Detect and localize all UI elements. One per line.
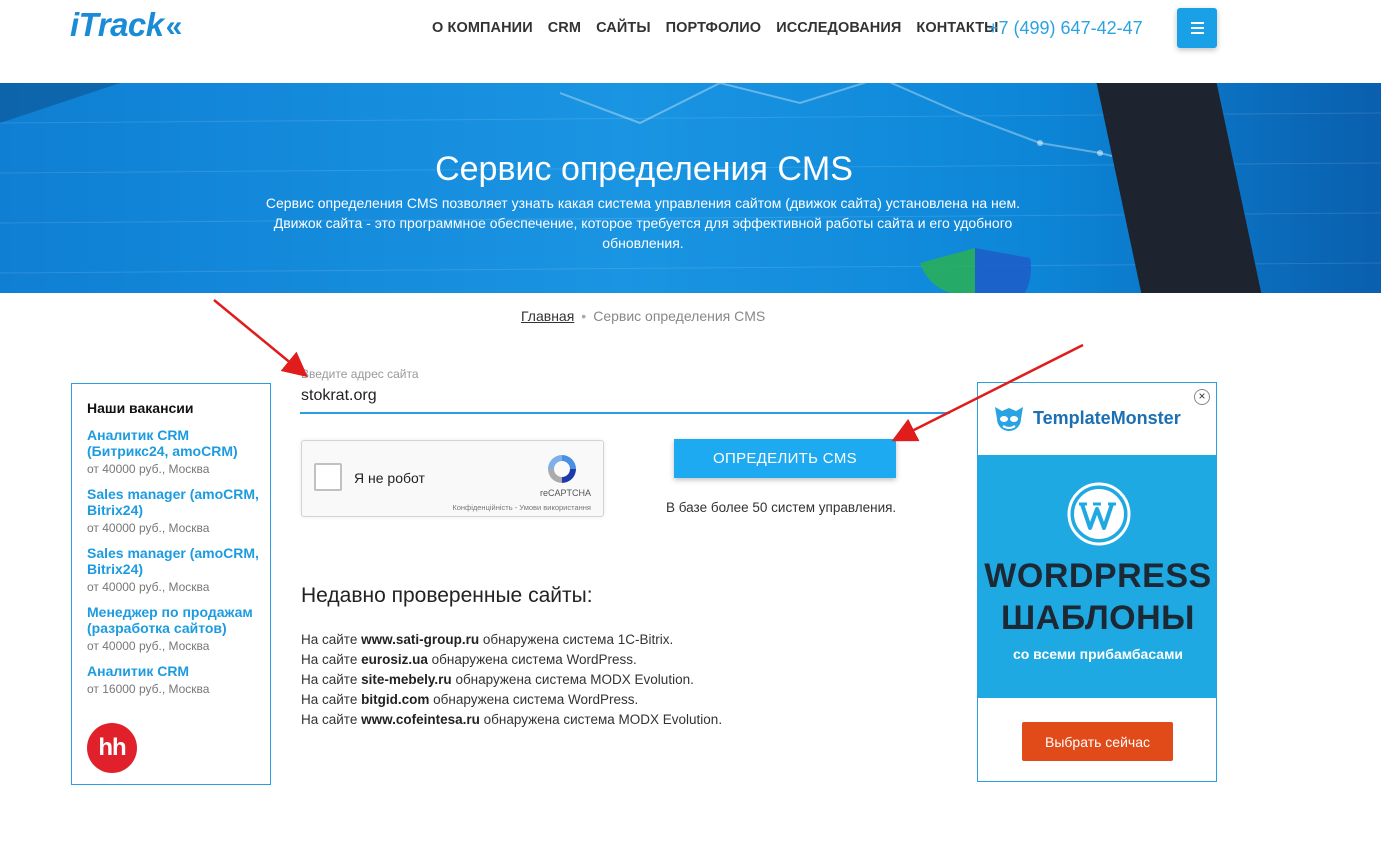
recent-prefix: На сайте — [301, 692, 358, 707]
templatemonster-logo: TemplateMonster — [992, 401, 1181, 435]
recent-middle: обнаружена система — [433, 692, 565, 707]
logo-text: iTrack — [70, 6, 164, 43]
recent-prefix: На сайте — [301, 652, 358, 667]
recent-site[interactable]: www.cofeintesa.ru — [361, 712, 480, 727]
url-input[interactable] — [300, 380, 950, 414]
ad-title-line2: ШАБЛОНЫ — [1001, 599, 1195, 637]
recent-prefix: На сайте — [301, 712, 358, 727]
vacancy-meta: от 40000 руб., Москва — [87, 521, 210, 535]
recent-middle: обнаружена система — [483, 712, 615, 727]
wordpress-icon — [1067, 482, 1131, 546]
database-note: В базе более 50 систем управления. — [666, 500, 897, 515]
vacancy-item: Аналитик CRM от 16000 руб., Москва — [87, 663, 260, 696]
hero-description: Сервис определения CMS позволяет узнать … — [265, 195, 1021, 251]
vacancy-title[interactable]: Sales manager (amoCRM, Bitrix24) — [87, 545, 260, 577]
breadcrumb-current: Сервис определения CMS — [593, 308, 766, 324]
choose-now-button[interactable]: Выбрать сейчас — [1022, 722, 1173, 761]
nav-crm[interactable]: CRM — [548, 20, 581, 36]
recent-item: На сайте eurosiz.ua обнаружена система W… — [301, 650, 722, 670]
vacancy-title[interactable]: Аналитик CRM — [87, 663, 260, 679]
breadcrumb-home[interactable]: Главная — [521, 308, 574, 324]
itrack-logo[interactable]: iTrack« — [70, 6, 182, 44]
recaptcha-terms[interactable]: Конфіденційність - Умови використання — [452, 503, 591, 512]
site-header: iTrack« О КОМПАНИИ CRM САЙТЫ ПОРТФОЛИО И… — [0, 0, 1381, 83]
templatemonster-mascot-icon — [995, 407, 1023, 431]
vacancy-meta: от 16000 руб., Москва — [87, 682, 210, 696]
brand-part-a: Template — [1033, 407, 1111, 428]
nav-sites[interactable]: САЙТЫ — [596, 20, 651, 36]
recent-cms: MODX Evolution. — [590, 672, 694, 687]
recent-item: На сайте bitgid.com обнаружена система W… — [301, 690, 722, 710]
recent-cms: 1C-Bitrix. — [617, 632, 674, 647]
vacancy-item: Аналитик CRM (Битрикс24, amoCRM) от 4000… — [87, 427, 260, 476]
recent-item: На сайте site-mebely.ru обнаружена систе… — [301, 670, 722, 690]
recent-middle: обнаружена система — [482, 632, 614, 647]
ad-banner: WORDPRESS ШАБЛОНЫ со всеми прибамбасами — [978, 455, 1216, 698]
recent-middle: обнаружена система — [431, 652, 563, 667]
recaptcha-widget: Я не робот reCAPTCHA Конфіденційність - … — [301, 440, 604, 517]
ad-title-line1: WORDPRESS — [984, 557, 1212, 595]
hero-banner: Сервис определения CMS Сервис определени… — [0, 83, 1381, 293]
page-title: Сервис определения CMS — [435, 149, 853, 188]
main-nav: О КОМПАНИИ CRM САЙТЫ ПОРТФОЛИО ИССЛЕДОВА… — [432, 20, 1013, 36]
vacancy-meta: от 40000 руб., Москва — [87, 580, 210, 594]
recent-prefix: На сайте — [301, 672, 358, 687]
vacancy-item: Менеджер по продажам (разработка сайтов)… — [87, 604, 260, 653]
close-icon[interactable]: × — [1194, 389, 1210, 405]
recent-cms: WordPress. — [566, 652, 637, 667]
breadcrumb-separator: • — [581, 308, 587, 324]
recent-site[interactable]: bitgid.com — [361, 692, 429, 707]
recent-prefix: На сайте — [301, 632, 358, 647]
vacancy-item: Sales manager (amoCRM, Bitrix24) от 4000… — [87, 486, 260, 535]
detect-cms-button[interactable]: ОПРЕДЕЛИТЬ CMS — [674, 439, 896, 478]
vacancy-meta: от 40000 руб., Москва — [87, 462, 210, 476]
recent-cms: WordPress. — [568, 692, 639, 707]
recaptcha-brand: reCAPTCHA — [539, 488, 591, 498]
vacancy-title[interactable]: Менеджер по продажам (разработка сайтов) — [87, 604, 260, 636]
hh-logo[interactable]: hh — [87, 723, 137, 773]
recent-site[interactable]: www.sati-group.ru — [361, 632, 479, 647]
vacancy-item: Sales manager (amoCRM, Bitrix24) от 4000… — [87, 545, 260, 594]
hamburger-icon[interactable] — [1177, 8, 1217, 48]
phone-number[interactable]: +7 (499) 647-42-47 — [988, 18, 1143, 39]
templatemonster-ad[interactable]: × TemplateMonster WORDPRESS ШАБЛОНЫ со вс… — [977, 382, 1217, 782]
arrow-to-input — [213, 299, 308, 378]
recent-middle: обнаружена система — [455, 672, 587, 687]
recent-site[interactable]: eurosiz.ua — [361, 652, 428, 667]
vacancies-widget: Наши вакансии Аналитик CRM (Битрикс24, a… — [71, 383, 271, 785]
vacancy-title[interactable]: Аналитик CRM (Битрикс24, amoCRM) — [87, 427, 260, 459]
recaptcha-checkbox[interactable] — [314, 463, 342, 491]
nav-about[interactable]: О КОМПАНИИ — [432, 20, 533, 36]
ad-title: WORDPRESS ШАБЛОНЫ — [978, 555, 1216, 639]
nav-contacts[interactable]: КОНТАКТЫ — [916, 20, 998, 36]
recaptcha-icon — [548, 455, 576, 483]
ad-subtitle: со всеми прибамбасами — [1012, 646, 1184, 662]
recent-item: На сайте www.sati-group.ru обнаружена си… — [301, 630, 722, 650]
vacancies-heading: Наши вакансии — [87, 400, 194, 416]
vacancy-title[interactable]: Sales manager (amoCRM, Bitrix24) — [87, 486, 260, 518]
recent-list: На сайте www.sati-group.ru обнаружена си… — [301, 630, 722, 730]
recaptcha-label: Я не робот — [354, 470, 425, 486]
recent-item: На сайте www.cofeintesa.ru обнаружена си… — [301, 710, 722, 730]
brand-part-b: Monster — [1110, 407, 1181, 428]
recent-cms: MODX Evolution. — [618, 712, 723, 727]
logo-chevron: « — [165, 10, 182, 43]
breadcrumb: Главная • Сервис определения CMS — [521, 308, 765, 324]
url-field-label: Введите адрес сайта — [301, 367, 419, 381]
nav-portfolio[interactable]: ПОРТФОЛИО — [666, 20, 762, 36]
vacancy-meta: от 40000 руб., Москва — [87, 639, 210, 653]
recent-heading: Недавно проверенные сайты: — [301, 584, 593, 607]
nav-research[interactable]: ИССЛЕДОВАНИЯ — [776, 20, 901, 36]
recent-site[interactable]: site-mebely.ru — [361, 672, 452, 687]
templatemonster-name: TemplateMonster — [1033, 408, 1181, 429]
